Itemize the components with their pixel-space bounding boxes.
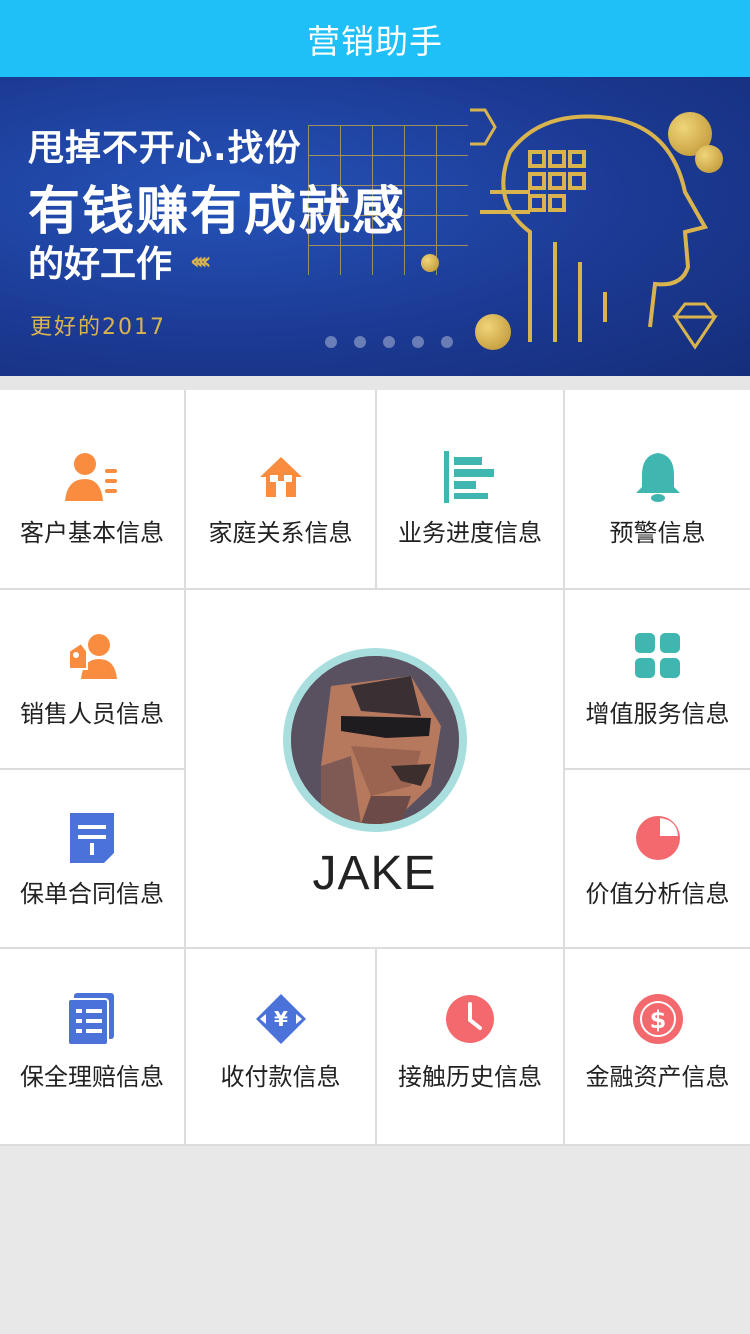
menu-item-label: 收付款信息 [220, 1063, 341, 1091]
menu-item-business-progress[interactable]: 业务进度信息 [377, 390, 563, 588]
user-profile-card[interactable]: JAKE [186, 590, 563, 947]
menu-item-label: 预警信息 [609, 519, 706, 547]
menu-item-label: 客户基本信息 [20, 519, 164, 547]
customer-list-icon [62, 447, 122, 507]
menu-item-family-relation[interactable]: 家庭关系信息 [186, 390, 375, 588]
gold-circle-decoration [475, 314, 511, 350]
menu-item-label: 销售人员信息 [20, 700, 164, 728]
menu-item-label: 接触历史信息 [398, 1063, 542, 1091]
menu-item-customer-basic[interactable]: 客户基本信息 [0, 390, 184, 588]
menu-item-label: 增值服务信息 [585, 700, 730, 728]
avatar-image [290, 656, 459, 824]
report-list-icon [62, 989, 122, 1049]
menu-item-label: 价值分析信息 [585, 880, 730, 908]
carousel-indicator [325, 336, 453, 348]
carousel-dot[interactable] [412, 336, 424, 348]
dollar-coin-icon: $ [628, 989, 688, 1049]
bell-icon [628, 447, 688, 507]
page-title: 营销助手 [307, 21, 443, 61]
menu-item-claims[interactable]: 保全理赔信息 [0, 949, 184, 1144]
menu-grid: 客户基本信息 家庭关系信息 业务进度信息 预警信息 销售人员信息 增值服务信息 [0, 390, 750, 1146]
svg-text:$: $ [649, 1006, 666, 1034]
grid-apps-icon [628, 626, 688, 686]
carousel-dot[interactable] [354, 336, 366, 348]
banner-tagline: 更好的2017 [30, 315, 166, 340]
empty-background [0, 1146, 750, 1334]
svg-text:¥: ¥ [274, 1007, 288, 1031]
yuan-exchange-icon: ¥ [251, 989, 311, 1049]
promo-banner[interactable]: 甩掉不开心.找份 有钱赚有成就感 的好工作 ‹‹‹‹ 更好的2017 [0, 77, 750, 376]
carousel-dot[interactable] [325, 336, 337, 348]
menu-item-warning[interactable]: 预警信息 [565, 390, 750, 588]
clock-icon [440, 989, 500, 1049]
gold-circle-decoration [421, 254, 439, 272]
menu-item-label: 金融资产信息 [585, 1063, 730, 1091]
menu-item-value-analysis[interactable]: 价值分析信息 [565, 770, 750, 947]
menu-item-label: 业务进度信息 [398, 519, 542, 547]
section-divider [0, 376, 750, 390]
chevrons-icon: ‹‹‹‹ [190, 247, 211, 275]
banner-headline-2: 有钱赚有成就感 [28, 182, 407, 242]
menu-item-sales-staff[interactable]: 销售人员信息 [0, 590, 184, 768]
menu-item-value-added[interactable]: 增值服务信息 [565, 590, 750, 768]
menu-item-label: 保全理赔信息 [20, 1063, 164, 1091]
progress-bars-icon [440, 447, 500, 507]
gold-circle-decoration [695, 145, 723, 173]
menu-item-label: 保单合同信息 [20, 880, 164, 908]
user-name: JAKE [312, 847, 437, 900]
avatar[interactable] [282, 648, 467, 832]
document-icon [62, 808, 122, 868]
banner-headline-1: 甩掉不开心.找份 [28, 128, 302, 169]
carousel-dot[interactable] [383, 336, 395, 348]
title-bar: 营销助手 [0, 0, 750, 77]
pie-chart-icon [628, 808, 688, 868]
menu-item-financial-assets[interactable]: $ 金融资产信息 [565, 949, 750, 1144]
menu-item-label: 家庭关系信息 [208, 519, 353, 547]
menu-item-payments[interactable]: ¥ 收付款信息 [186, 949, 375, 1144]
home-icon [251, 447, 311, 507]
banner-headline-3: 的好工作 [28, 244, 173, 285]
sales-person-icon [62, 626, 122, 686]
menu-item-contact-history[interactable]: 接触历史信息 [377, 949, 563, 1144]
carousel-dot[interactable] [441, 336, 453, 348]
menu-item-policy-contract[interactable]: 保单合同信息 [0, 770, 184, 947]
